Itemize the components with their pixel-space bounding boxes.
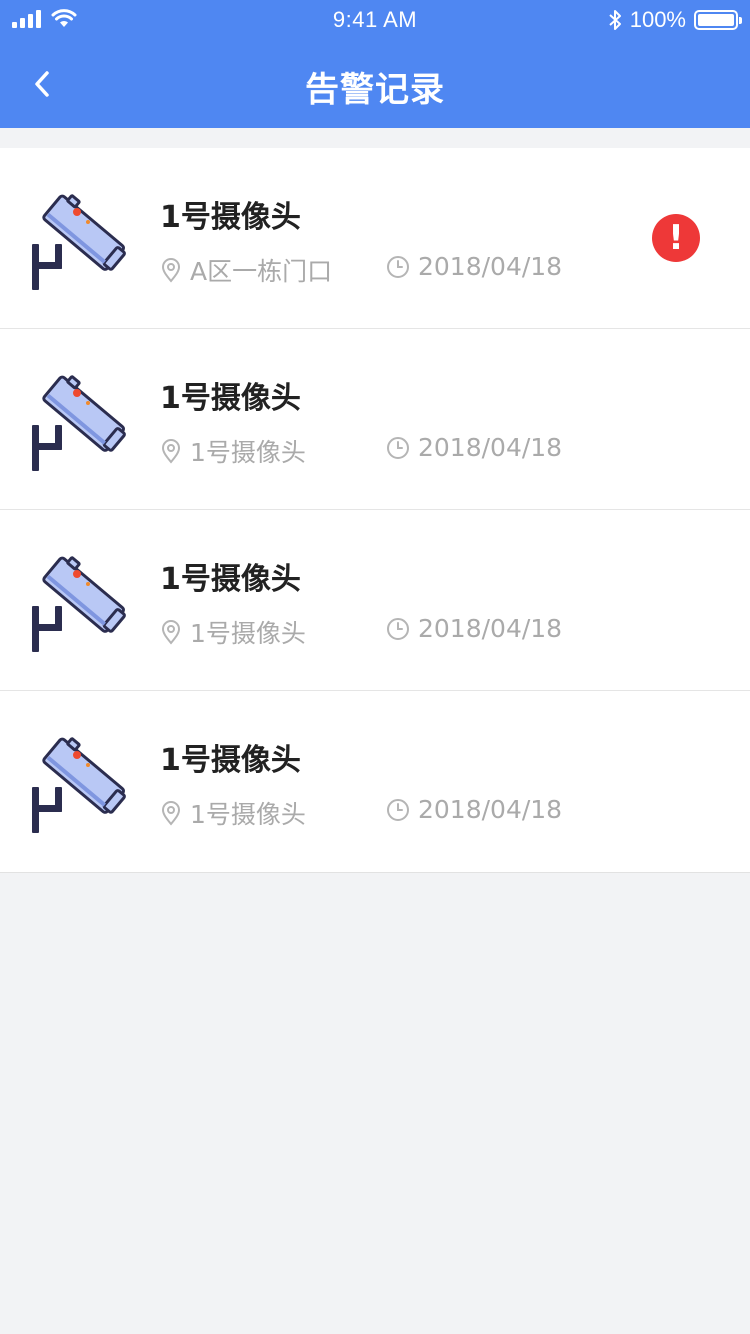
clock-icon [387,255,409,278]
alarm-row[interactable]: 1号摄像头 1号摄像头 2018/04/18 [0,510,750,691]
battery-fill [698,14,734,26]
location-pin-icon [161,801,181,826]
time-meta: 2018/04/18 [386,795,562,824]
status-bar: 9:41 AM 100% [0,0,750,40]
location-meta: 1号摄像头 [160,614,306,650]
clock-icon [387,617,409,640]
location-text: 1号摄像头 [190,438,306,467]
location-meta: A区一栋门口 [160,252,332,288]
clock-icon [387,798,409,821]
location-meta: 1号摄像头 [160,795,306,831]
location-pin-icon [161,439,181,464]
camera-icon [32,194,126,290]
status-right: 100% [608,7,742,33]
nav-bar: 告警记录 [0,40,750,128]
camera-icon [32,556,126,652]
location-pin-icon [161,620,181,645]
camera-name: 1号摄像头 [160,562,301,597]
location-meta: 1号摄像头 [160,433,306,469]
date-text: 2018/04/18 [418,252,563,281]
alarm-list: 1号摄像头 A区一栋门口 2018/04/18 ! 1号摄像头 1号摄像头 20… [0,148,750,873]
location-text: 1号摄像头 [190,800,306,829]
clock-icon [387,436,409,459]
alarm-row[interactable]: 1号摄像头 1号摄像头 2018/04/18 [0,329,750,510]
location-pin-icon [161,258,181,283]
camera-name: 1号摄像头 [160,381,301,416]
alarm-row[interactable]: 1号摄像头 A区一栋门口 2018/04/18 ! [0,148,750,329]
alert-badge: ! [652,214,700,262]
time-meta: 2018/04/18 [386,433,562,462]
battery-icon [694,10,742,30]
page-title: 告警记录 [305,70,445,110]
location-text: A区一栋门口 [190,257,333,286]
camera-name: 1号摄像头 [160,743,301,778]
location-text: 1号摄像头 [190,619,306,648]
header: 9:41 AM 100% 告警记录 [0,0,750,128]
bluetooth-icon [609,10,621,30]
alarm-row[interactable]: 1号摄像头 1号摄像头 2018/04/18 [0,691,750,872]
battery-percent: 100% [629,7,686,32]
date-text: 2018/04/18 [418,614,563,643]
time-meta: 2018/04/18 [386,252,562,281]
camera-name: 1号摄像头 [160,200,301,235]
date-text: 2018/04/18 [418,795,563,824]
date-text: 2018/04/18 [418,433,563,462]
time-meta: 2018/04/18 [386,614,562,643]
camera-icon [32,375,126,471]
camera-icon [32,737,126,833]
